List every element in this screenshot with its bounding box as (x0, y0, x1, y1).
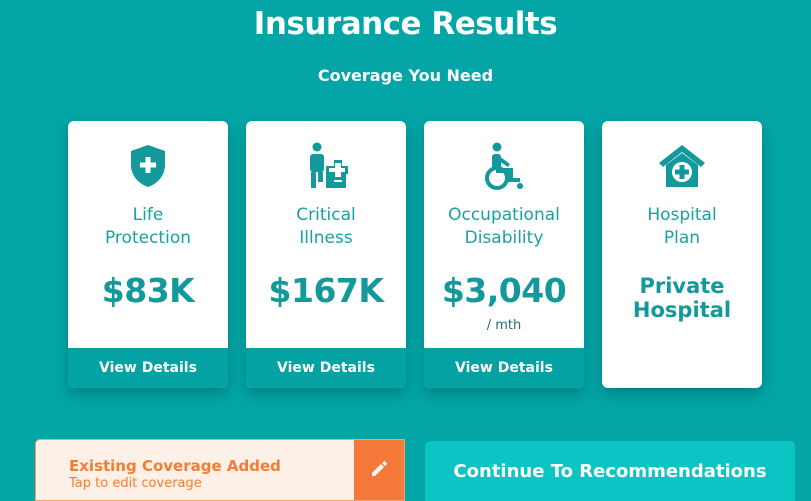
hospital-house-icon (602, 141, 762, 191)
edit-coverage-button[interactable] (354, 440, 404, 500)
pencil-icon (370, 460, 388, 482)
card-unit: / mth (486, 318, 522, 333)
card-value: $167K (268, 271, 384, 310)
view-details-button[interactable]: View Details (246, 348, 406, 388)
coverage-title: Existing Coverage Added (69, 457, 281, 475)
page-title: Insurance Results (253, 6, 558, 42)
card-title: Life Protection (104, 205, 191, 248)
card-title: Hospital Plan (647, 205, 717, 248)
wheelchair-icon (424, 141, 584, 191)
card-title: Critical Illness (296, 205, 356, 248)
coverage-subtitle: Tap to edit coverage (69, 476, 202, 491)
card-life-protection: Life Protection $83K View Details (68, 121, 228, 388)
card-value: $3,040 (441, 271, 567, 310)
card-critical-illness: Critical Illness $167K View Details (246, 121, 406, 388)
card-value: $83K (101, 271, 195, 310)
view-details-button[interactable]: View Details (68, 348, 228, 388)
card-occupational-disability: Occupational Disability $3,040 / mth Vie… (424, 121, 584, 388)
card-title: Occupational Disability (448, 205, 560, 248)
person-medical-icon (246, 141, 406, 191)
shield-plus-icon (68, 141, 228, 191)
page-subtitle: Coverage You Need (317, 66, 494, 85)
card-hospital-plan: Hospital Plan Private Hospital (602, 121, 762, 388)
card-value: Private Hospital (632, 274, 732, 322)
view-details-button[interactable]: View Details (424, 348, 584, 388)
continue-to-recommendations-button[interactable]: Continue To Recommendations (425, 441, 795, 501)
existing-coverage-banner[interactable]: Existing Coverage Added Tap to edit cove… (35, 439, 405, 501)
